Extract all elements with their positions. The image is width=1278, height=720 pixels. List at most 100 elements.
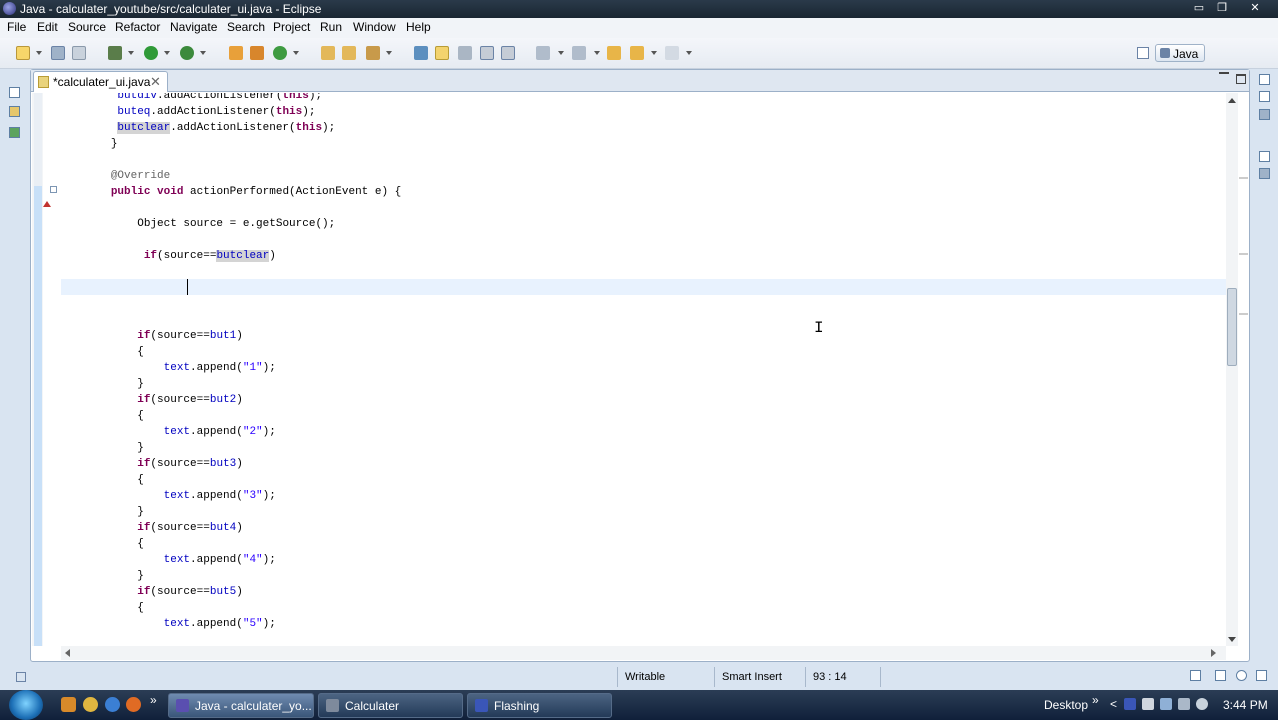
overview-marker[interactable] [1239, 177, 1248, 179]
print-icon[interactable] [72, 46, 86, 60]
overview-ruler[interactable] [1238, 93, 1249, 646]
overview-marker[interactable] [1239, 313, 1248, 315]
scroll-down-icon[interactable] [1228, 637, 1236, 642]
taskbar-clock[interactable]: 3:44 PM [1223, 698, 1268, 712]
save-icon[interactable] [51, 46, 65, 60]
desktop-toolbar-label[interactable]: Desktop [1044, 698, 1088, 712]
menu-search[interactable]: Search [227, 20, 265, 34]
hierarchy-icon[interactable] [9, 127, 20, 138]
menu-navigate[interactable]: Navigate [170, 20, 217, 34]
start-button[interactable] [9, 690, 43, 720]
tray-volume-icon[interactable] [1196, 698, 1208, 710]
override-indicator-icon[interactable] [43, 201, 51, 207]
quick-launch-firefox-icon[interactable] [126, 697, 141, 712]
restore-right-view-icon[interactable] [1259, 74, 1270, 85]
scroll-left-icon[interactable] [65, 649, 70, 657]
toggle-breadcrumb-icon[interactable] [414, 46, 428, 60]
desktop-toolbar-more[interactable]: » [1092, 693, 1099, 707]
new-java-project-icon[interactable] [229, 46, 243, 60]
task-button-calculater[interactable]: Calculater [318, 693, 463, 718]
perspective-java-button[interactable]: Java [1155, 44, 1205, 62]
quick-launch-more[interactable]: » [150, 693, 157, 707]
menu-help[interactable]: Help [406, 20, 431, 34]
tab-close-icon[interactable]: ✕ [150, 74, 161, 90]
task-icon[interactable] [1236, 670, 1247, 681]
tray-monitor-icon[interactable] [1178, 698, 1190, 710]
tray-expand-chevron[interactable]: < [1110, 697, 1117, 711]
close-button[interactable]: ✕ [1244, 1, 1266, 16]
block-selection-icon[interactable] [458, 46, 472, 60]
overview-marker[interactable] [1239, 253, 1248, 255]
maximize-view-icon[interactable] [1236, 74, 1246, 84]
mark-occurrences-icon[interactable] [435, 46, 449, 60]
next-annotation-icon[interactable] [536, 46, 550, 60]
menu-edit[interactable]: Edit [37, 20, 58, 34]
previous-annotation-icon[interactable] [572, 46, 586, 60]
menu-run[interactable]: Run [320, 20, 342, 34]
menu-project[interactable]: Project [273, 20, 310, 34]
new-class-dropdown-icon[interactable] [293, 51, 299, 55]
previous-annotation-dropdown-icon[interactable] [594, 51, 600, 55]
run-dropdown-icon[interactable] [164, 51, 170, 55]
menu-refactor[interactable]: Refactor [115, 20, 160, 34]
run-icon[interactable] [144, 46, 158, 60]
restore-button[interactable]: ❐ [1213, 1, 1231, 16]
last-edit-location-icon[interactable] [607, 46, 621, 60]
new-dropdown-icon[interactable] [36, 51, 42, 55]
back-icon[interactable] [630, 46, 644, 60]
external-tools-icon[interactable] [180, 46, 194, 60]
minimize-view-icon[interactable] [1219, 72, 1229, 75]
restore-trim-icon[interactable] [1190, 670, 1201, 681]
tray-app-icon[interactable] [1124, 698, 1136, 710]
menu-file[interactable]: File [7, 20, 26, 34]
code-line: text.append("5"); [91, 616, 276, 632]
task-button-eclipse[interactable]: Java - calculater_yo... [168, 693, 314, 718]
debug-icon[interactable] [108, 46, 122, 60]
show-whitespace-icon[interactable] [480, 46, 494, 60]
open-type-icon[interactable] [321, 46, 335, 60]
back-dropdown-icon[interactable] [651, 51, 657, 55]
tab-calculater-ui[interactable]: *calculater_ui.java ✕ [33, 71, 168, 92]
menu-source[interactable]: Source [68, 20, 106, 34]
new-package-icon[interactable] [250, 46, 264, 60]
sync-icon[interactable] [1256, 670, 1267, 681]
search-dropdown-icon[interactable] [386, 51, 392, 55]
tray-network-icon[interactable] [1160, 698, 1172, 710]
search-icon[interactable] [366, 46, 380, 60]
minimize-button[interactable]: ▭ [1190, 1, 1208, 16]
code-editor[interactable]: butdiv.addActionListener(this); buteq.ad… [61, 93, 1226, 646]
package-explorer-icon[interactable] [9, 106, 20, 117]
scroll-right-icon[interactable] [1211, 649, 1216, 657]
outline-icon[interactable] [1259, 109, 1270, 120]
code-token: .append( [190, 554, 243, 566]
restore-bottom-view-icon[interactable] [1259, 151, 1270, 162]
debug-dropdown-icon[interactable] [128, 51, 134, 55]
external-tools-dropdown-icon[interactable] [200, 51, 206, 55]
horizontal-scrollbar[interactable] [61, 646, 1226, 660]
show-paragraph-icon[interactable] [501, 46, 515, 60]
quick-launch-settings-icon[interactable] [61, 697, 76, 712]
quick-launch-chrome-icon[interactable] [83, 697, 98, 712]
fast-view-icon[interactable] [16, 672, 26, 682]
tray-window-icon[interactable] [1142, 698, 1154, 710]
scrollbar-thumb[interactable] [1227, 288, 1237, 366]
progress-icon[interactable] [1215, 670, 1226, 681]
forward-icon[interactable] [665, 46, 679, 60]
forward-dropdown-icon[interactable] [686, 51, 692, 55]
menu-window[interactable]: Window [353, 20, 396, 34]
fold-collapse-icon[interactable] [50, 186, 57, 193]
open-perspective-icon[interactable] [1137, 47, 1149, 59]
new-class-icon[interactable] [273, 46, 287, 60]
scroll-up-icon[interactable] [1228, 98, 1236, 103]
vertical-scrollbar[interactable] [1226, 93, 1238, 646]
new-icon[interactable] [16, 46, 30, 60]
next-annotation-dropdown-icon[interactable] [558, 51, 564, 55]
open-task-icon[interactable] [342, 46, 356, 60]
task-list-icon[interactable] [1259, 91, 1270, 102]
restore-view-icon[interactable] [9, 87, 20, 98]
quick-launch-ie-icon[interactable] [105, 697, 120, 712]
task-button-flashing[interactable]: Flashing [467, 693, 612, 718]
problems-icon[interactable] [1259, 168, 1270, 179]
